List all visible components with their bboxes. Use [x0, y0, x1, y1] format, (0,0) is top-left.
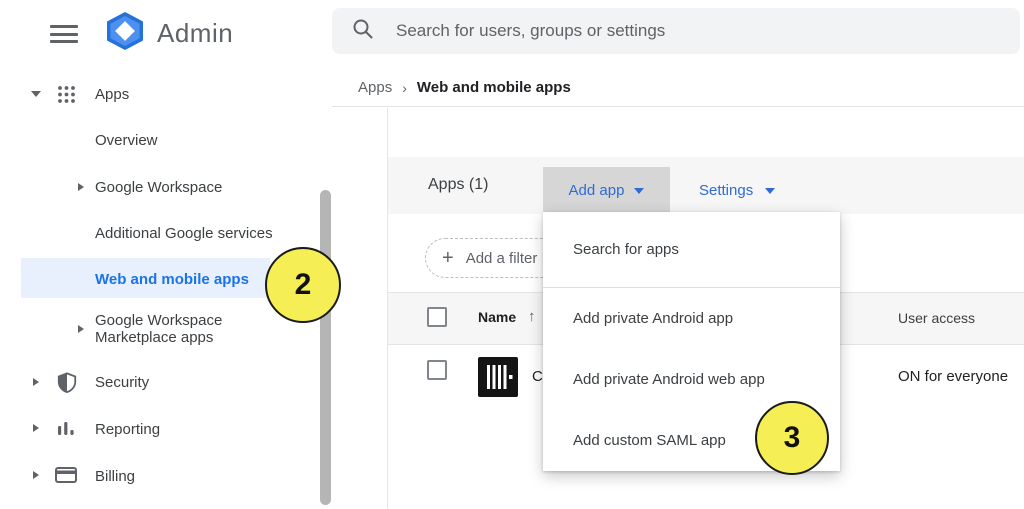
step-3-annotation-badge: 3: [755, 401, 829, 475]
step-2-annotation-badge: 2: [265, 247, 341, 323]
column-header-user-access[interactable]: User access: [898, 310, 975, 326]
row-checkbox[interactable]: [427, 360, 447, 380]
sidebar-item-web-and-mobile-apps[interactable]: Web and mobile apps: [95, 271, 249, 288]
add-app-button[interactable]: Add app: [543, 167, 670, 214]
breadcrumb-current: Web and mobile apps: [417, 79, 571, 96]
chevron-right-icon[interactable]: [33, 424, 39, 432]
sidebar-scrollbar[interactable]: [320, 190, 331, 505]
credit-card-icon: [55, 466, 77, 489]
add-app-label: Add app: [569, 182, 625, 199]
sidebar-item-marketplace-apps[interactable]: Google Workspace Marketplace apps: [95, 312, 255, 346]
barcode-app-icon: [478, 357, 518, 397]
settings-button[interactable]: Settings: [699, 167, 775, 214]
sidebar-item-google-workspace[interactable]: Google Workspace: [95, 179, 222, 196]
step-2-number: 2: [295, 268, 312, 302]
chevron-right-icon[interactable]: [78, 325, 84, 333]
sidebar-item-overview[interactable]: Overview: [95, 132, 158, 149]
app-name-fragment[interactable]: C: [532, 368, 543, 385]
breadcrumb-separator: ›: [402, 80, 407, 96]
breadcrumb: Apps › Web and mobile apps: [358, 79, 571, 96]
plus-icon: +: [442, 247, 454, 270]
breadcrumb-apps[interactable]: Apps: [358, 79, 392, 96]
admin-title: Admin: [157, 18, 233, 49]
menu-hamburger-icon[interactable]: [50, 25, 78, 43]
sidebar-item-reporting[interactable]: Reporting: [95, 421, 160, 438]
menu-item-add-private-android-app[interactable]: Add private Android app: [543, 288, 840, 349]
column-header-name[interactable]: Name: [478, 309, 516, 325]
chevron-down-icon[interactable]: [31, 91, 41, 97]
apps-grid-icon: [57, 85, 76, 109]
chevron-right-icon[interactable]: [33, 378, 39, 386]
admin-logo[interactable]: Admin: [103, 12, 223, 54]
bar-chart-icon: [57, 420, 75, 443]
chevron-right-icon[interactable]: [78, 183, 84, 191]
add-filter-label: Add a filter: [466, 250, 538, 267]
user-access-value: ON for everyone: [898, 368, 1008, 385]
global-search-input[interactable]: Search for users, groups or settings: [332, 8, 1020, 54]
step-3-number: 3: [784, 421, 801, 455]
apps-count-label: Apps (1): [428, 176, 488, 194]
select-all-checkbox[interactable]: [427, 307, 447, 327]
chevron-right-icon[interactable]: [33, 471, 39, 479]
search-icon: [352, 18, 374, 45]
search-placeholder: Search for users, groups or settings: [396, 21, 665, 41]
admin-hexagon-icon: [103, 11, 147, 56]
settings-label: Settings: [699, 182, 753, 199]
shield-icon: [56, 371, 78, 399]
breadcrumb-divider: [332, 106, 1024, 107]
sort-ascending-icon[interactable]: ↑: [528, 308, 536, 325]
chevron-down-icon: [765, 188, 775, 194]
menu-item-search-for-apps[interactable]: Search for apps: [543, 212, 840, 287]
sidebar-item-security[interactable]: Security: [95, 374, 149, 391]
chevron-down-icon: [634, 188, 644, 194]
sidebar-item-apps[interactable]: Apps: [95, 86, 129, 103]
sidebar-item-additional-google-services[interactable]: Additional Google services: [95, 225, 273, 242]
sidebar-item-billing[interactable]: Billing: [95, 468, 135, 485]
